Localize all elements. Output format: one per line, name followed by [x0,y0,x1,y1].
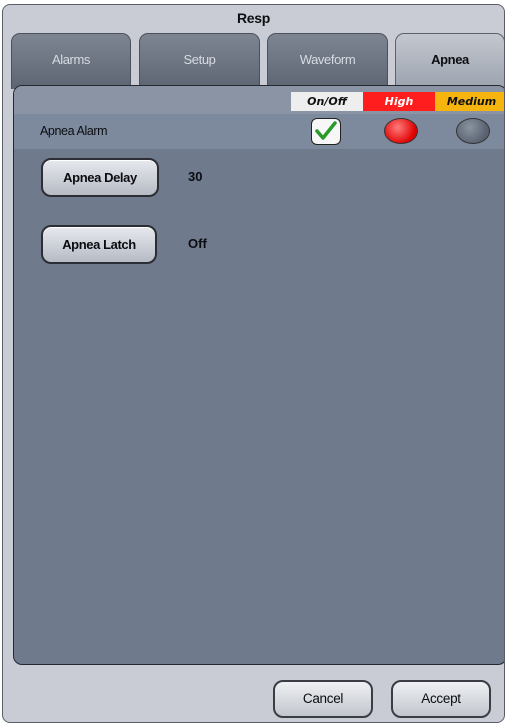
apnea-latch-button[interactable]: Apnea Latch [41,225,157,264]
apnea-alarm-on-off-checkbox[interactable] [311,118,341,145]
dialog-title: Resp [236,10,271,26]
tab-label: Alarms [51,52,91,67]
tab-alarms[interactable]: Alarms [11,33,131,89]
tab-apnea[interactable]: Apnea [395,33,504,91]
column-header-on-off: On/Off [291,92,363,111]
apnea-panel: On/Off High Medium Apnea Alarm Apnea Del… [13,85,504,665]
apnea-latch-value: Off [188,236,207,251]
tab-label: Apnea [431,52,469,67]
resp-dialog: Resp Alarms Setup Waveform Apnea On/Off … [2,4,505,723]
tab-setup[interactable]: Setup [139,33,260,89]
medium-priority-radio[interactable] [456,118,490,144]
tab-label: Waveform [299,52,356,67]
tab-waveform[interactable]: Waveform [267,33,388,89]
column-header-high: High [363,92,435,111]
checkmark-icon [315,121,337,140]
apnea-alarm-label: Apnea Alarm [40,124,108,138]
cancel-button[interactable]: Cancel [273,680,373,718]
high-priority-radio[interactable] [384,118,418,144]
apnea-delay-value: 30 [188,169,203,184]
apnea-delay-button[interactable]: Apnea Delay [41,158,159,197]
accept-button[interactable]: Accept [391,680,491,718]
tab-label: Setup [183,52,216,67]
column-header-medium: Medium [435,92,504,111]
